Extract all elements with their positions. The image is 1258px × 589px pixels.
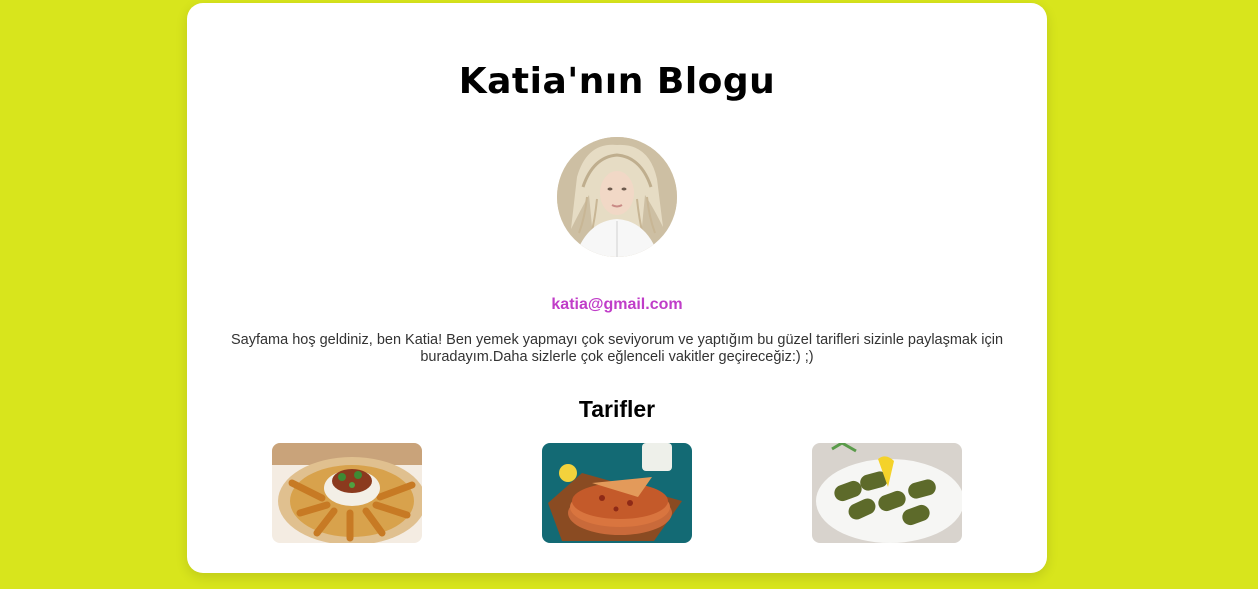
avatar [557, 137, 677, 257]
page-title: Katia'nın Blogu [458, 61, 776, 102]
recipe-image-sarma[interactable] [812, 443, 962, 543]
recipes-heading: Tarifler [578, 396, 656, 422]
recipe-image-lahmacun[interactable] [542, 443, 692, 543]
intro-text: Sayfama hoş geldiniz, ben Katia! Ben yem… [230, 332, 1004, 365]
email-link[interactable]: katia@gmail.com [187, 296, 1047, 314]
recipe-image-sigara-boregi[interactable] [272, 443, 422, 543]
blog-card: Katia'nın Blogu katia@gmail.com Sayfama … [187, 3, 1047, 573]
